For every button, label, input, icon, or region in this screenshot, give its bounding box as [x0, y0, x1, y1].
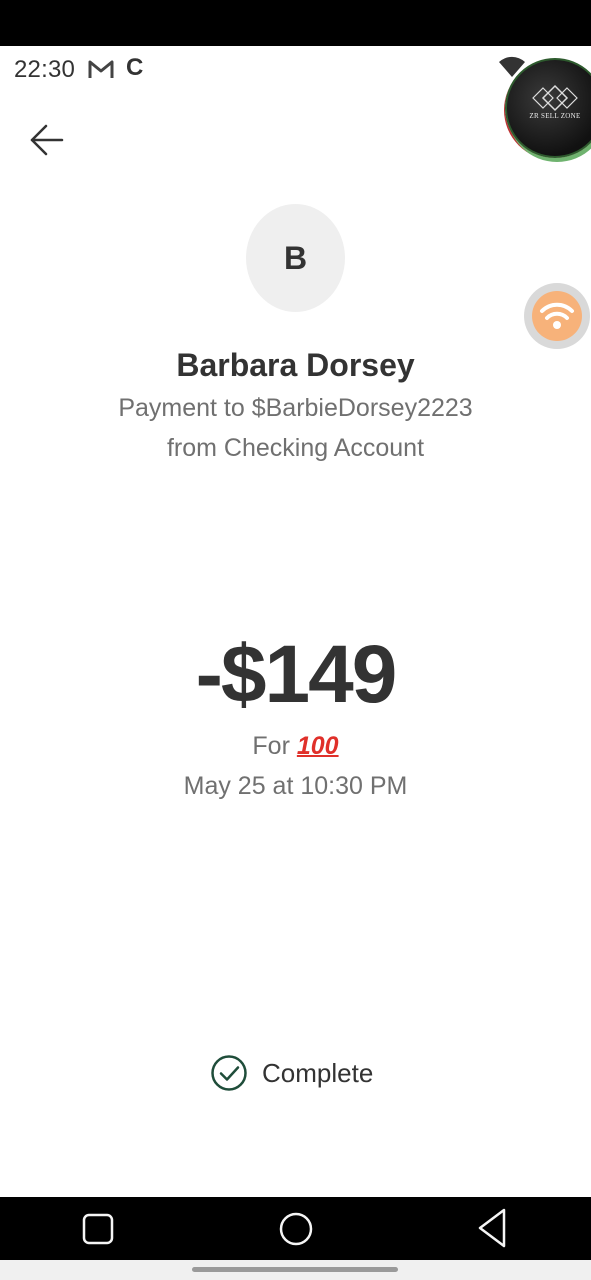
status-time: 22:30: [14, 56, 76, 83]
amount: -$149: [195, 629, 398, 720]
gmail-icon: [88, 60, 114, 78]
top-black-bar: [0, 0, 591, 46]
back-button[interactable]: [24, 118, 68, 162]
avatar: B: [246, 204, 345, 312]
arrow-left-icon: [30, 124, 64, 156]
navigation-bar: [0, 1197, 591, 1260]
for-line: For 100: [0, 732, 591, 761]
status-label: Complete: [262, 1057, 374, 1088]
payment-line: Payment to $BarbieDorsey2223: [118, 394, 473, 422]
wifi-icon: [540, 302, 574, 329]
check-circle-icon: [211, 1055, 247, 1091]
recents-icon[interactable]: [82, 1213, 114, 1245]
overlay-logo[interactable]: ZR SELL ZONE: [505, 58, 591, 158]
status-row: Complete: [210, 1052, 373, 1094]
floating-wifi-button[interactable]: [524, 283, 590, 349]
transaction-date: May 25 at 10:30 PM: [183, 772, 408, 800]
for-label: For: [252, 732, 290, 760]
account-line: from Checking Account: [166, 434, 425, 462]
gesture-area: [0, 1260, 591, 1280]
logo-text: ZR SELL ZONE: [529, 112, 581, 120]
recipient-name: Barbara Dorsey: [176, 347, 415, 383]
c-icon: C: [126, 54, 144, 81]
home-icon[interactable]: [278, 1211, 314, 1247]
hundred-points-emoji: 100: [296, 732, 339, 760]
gesture-bar[interactable]: [192, 1267, 398, 1272]
status-bar: 22:30 C: [0, 46, 591, 92]
back-icon[interactable]: [476, 1207, 508, 1249]
floating-wifi-bubble: [532, 291, 582, 341]
